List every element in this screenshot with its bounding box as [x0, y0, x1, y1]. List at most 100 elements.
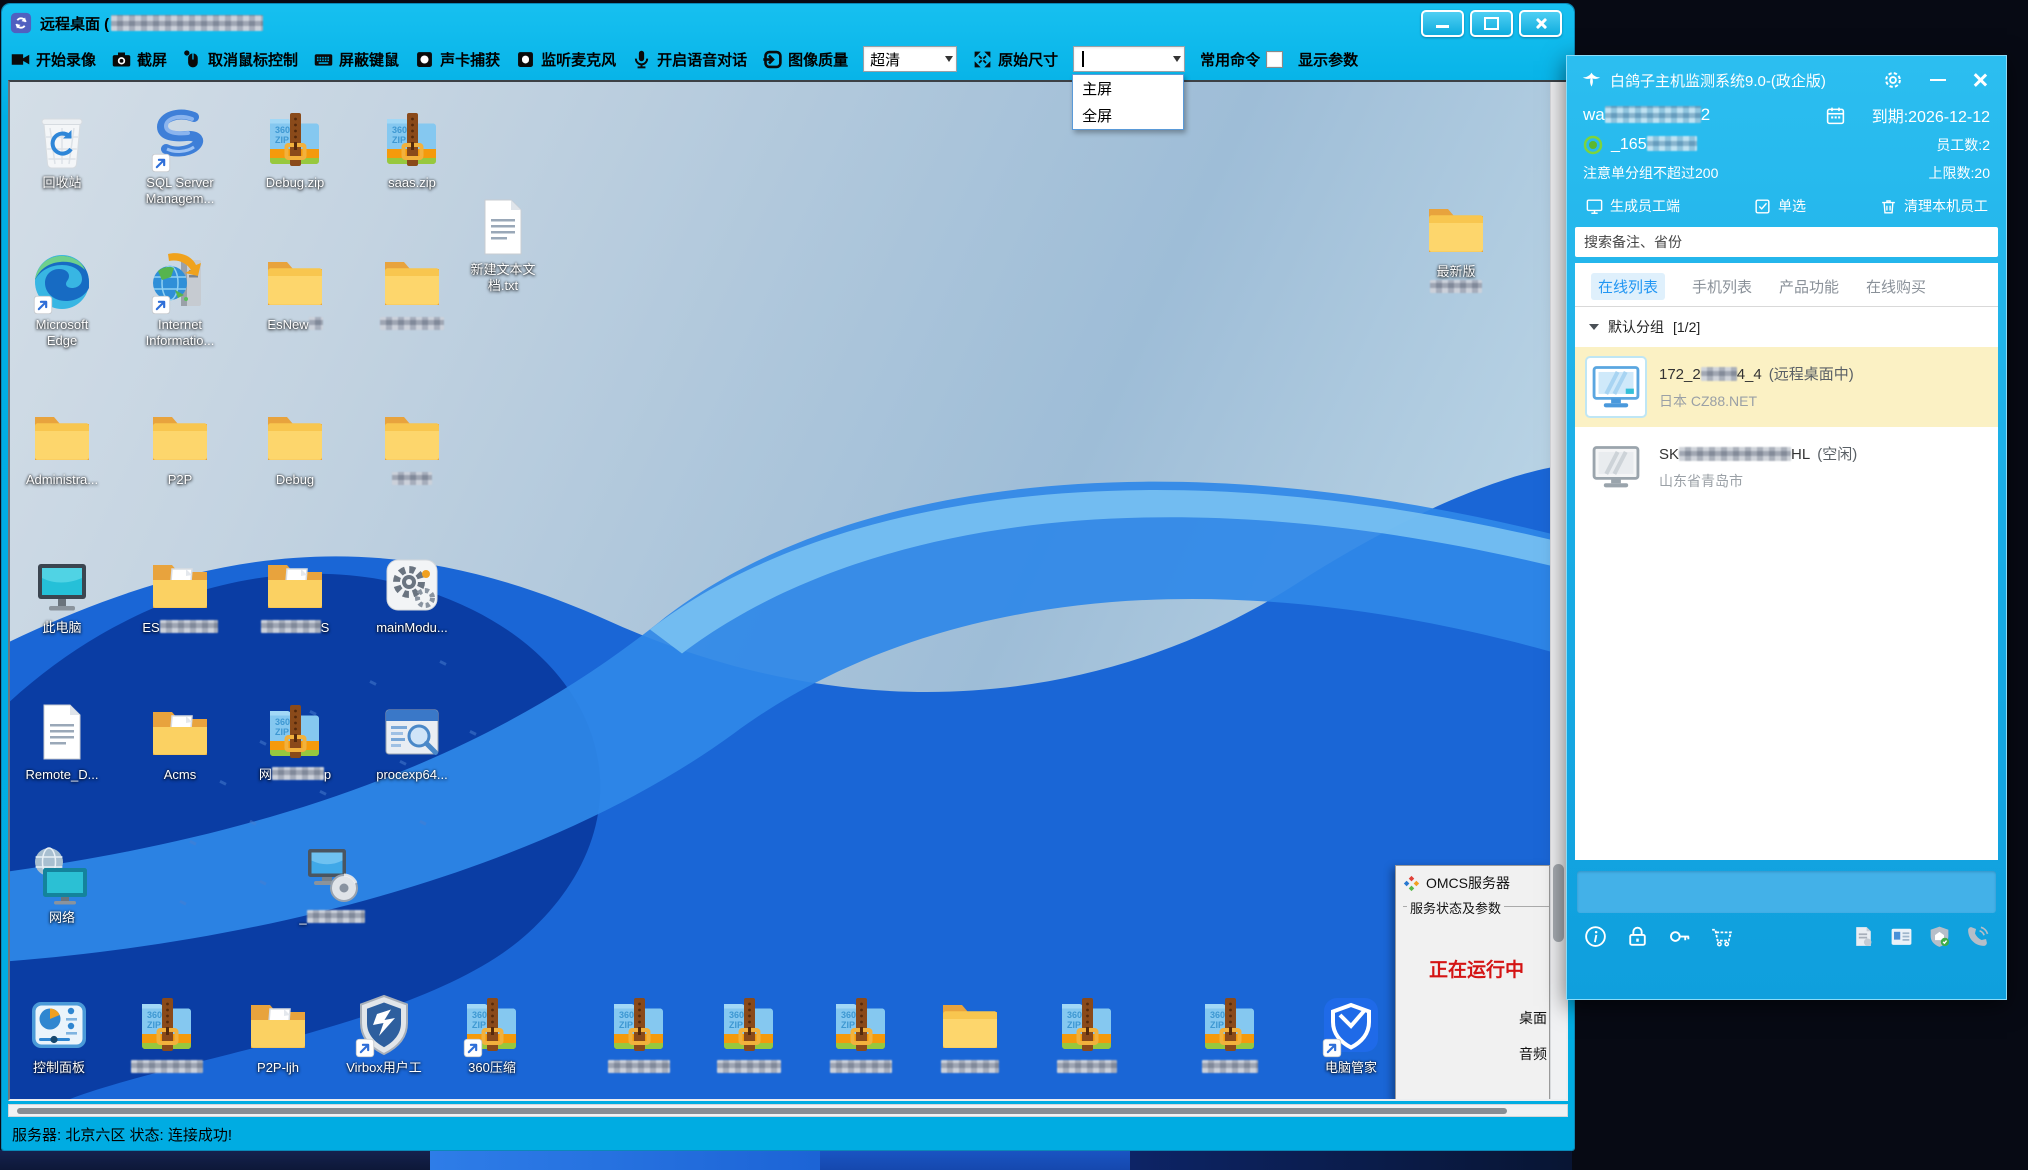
desktop-icon[interactable] — [1039, 993, 1135, 1076]
generate-client-button[interactable]: 生成员工端 — [1585, 196, 1680, 216]
quality-select[interactable]: 超清 — [863, 46, 957, 72]
icon-label: Acms — [132, 767, 228, 783]
vertical-scrollbar[interactable] — [1550, 82, 1566, 1099]
desktop-icon[interactable]: 此电脑 — [14, 553, 110, 636]
tab[interactable]: 在线购买 — [1866, 276, 1926, 297]
desktop-icon[interactable]: 网络 — [14, 843, 110, 926]
lock-icon[interactable] — [1625, 924, 1650, 949]
desktop-icon[interactable] — [119, 993, 215, 1076]
original-size-group[interactable]: 原始尺寸 — [972, 49, 1058, 70]
desktop-icon[interactable] — [1182, 993, 1278, 1076]
desktop-icon[interactable]: saas.zip — [364, 108, 460, 191]
screenshot-button[interactable]: 截屏 — [111, 49, 167, 70]
desktop-icon[interactable]: Debug.zip — [247, 108, 343, 191]
desktop-icon[interactable]: SQL ServerManagem... — [132, 108, 228, 206]
desktop-icon[interactable] — [922, 993, 1018, 1076]
single-select-button[interactable]: 单选 — [1753, 196, 1806, 216]
group-row[interactable]: 默认分组 [1/2] — [1575, 307, 1998, 347]
desktop-icon[interactable]: Virbox用户工 — [336, 993, 432, 1076]
desktop-icon[interactable]: Debug — [247, 405, 343, 488]
desktop-icon[interactable]: 网p — [247, 700, 343, 783]
omcs-title-bar[interactable]: OMCS服务器 — [1396, 866, 1549, 898]
desktop-icon[interactable]: procexp64... — [364, 700, 460, 783]
panel-minimize-button[interactable] — [1930, 79, 1946, 82]
horizontal-scrollbar[interactable] — [8, 1104, 1568, 1117]
icon-art — [471, 195, 535, 259]
shield-home-icon[interactable] — [1927, 924, 1952, 949]
host-list: 172_24_4(远程桌面中) 日本 CZ88.NET SKHL(空闲) 山东省… — [1575, 347, 1998, 507]
shortcut-arrow-icon — [151, 295, 171, 315]
scrollbar-thumb[interactable] — [17, 1108, 1507, 1114]
panel-header[interactable]: 白鸽子主机监测系统9.0-(政企版) — [1567, 56, 2006, 95]
host-item[interactable]: SKHL(空闲) 山东省青岛市 — [1575, 427, 1998, 507]
minimize-button[interactable] — [1421, 10, 1464, 37]
report-document-icon[interactable] — [1851, 924, 1876, 949]
label-text: 回收站 — [42, 175, 81, 190]
host-item[interactable]: 172_24_4(远程桌面中) 日本 CZ88.NET — [1575, 347, 1998, 427]
desktop-icon[interactable]: Acms — [132, 700, 228, 783]
icon-art — [380, 405, 444, 469]
wallpaper-segment — [0, 1150, 430, 1170]
listen-mic-button[interactable]: 监听麦克风 — [515, 49, 616, 70]
info-icon[interactable] — [1583, 924, 1608, 949]
desktop-icon[interactable]: 新建文本文档.txt — [455, 195, 551, 293]
tab[interactable]: 手机列表 — [1692, 276, 1752, 297]
tab[interactable]: 产品功能 — [1779, 276, 1839, 297]
button-label: 声卡捕获 — [440, 49, 500, 70]
desktop-icon[interactable] — [364, 405, 460, 488]
button-label: 单选 — [1778, 196, 1806, 216]
desktop-icon[interactable]: 回收站 — [14, 108, 110, 191]
id-card-icon[interactable] — [1889, 924, 1914, 949]
desktop-icon[interactable] — [591, 993, 687, 1076]
desktop-icon[interactable] — [364, 250, 460, 333]
desktop-icon[interactable]: 最新版 — [1408, 197, 1504, 295]
desktop-icon[interactable]: Remote_D... — [14, 700, 110, 783]
remote-desktop[interactable]: 回收站 SQL ServerManagem... Debug.zip saas.… — [10, 82, 1550, 1099]
desktop-icon[interactable]: InternetInformatio... — [132, 250, 228, 348]
soundcard-capture-button[interactable]: 声卡捕获 — [414, 49, 500, 70]
title-bar[interactable]: 远程桌面 ( — [2, 4, 1574, 38]
voice-chat-button[interactable]: 开启语音对话 — [631, 49, 747, 70]
key-icon[interactable] — [1667, 924, 1692, 949]
selected-value: 超清 — [870, 49, 900, 70]
desktop-icon[interactable]: 电脑管家 — [1303, 993, 1399, 1076]
redacted-text — [1202, 1060, 1258, 1073]
size-option[interactable]: 全屏 — [1073, 102, 1183, 129]
settings-gear-icon[interactable] — [1882, 69, 1904, 91]
desktop-icon[interactable]: ES — [132, 553, 228, 636]
desktop-icon[interactable]: S — [247, 553, 343, 636]
calendar-icon[interactable] — [1825, 105, 1846, 126]
desktop-icon[interactable]: 控制面板 — [11, 993, 107, 1076]
scrollbar-thumb[interactable] — [1553, 864, 1564, 942]
desktop-icon[interactable]: 360压缩 — [444, 993, 540, 1076]
command-input[interactable] — [1577, 871, 1996, 913]
redacted-text — [309, 317, 323, 330]
size-select[interactable]: 主屏全屏 — [1073, 46, 1185, 72]
cart-icon[interactable] — [1709, 924, 1734, 949]
desktop-icon[interactable]: P2P — [132, 405, 228, 488]
cancel-mouse-button[interactable]: 取消鼠标控制 — [182, 49, 298, 70]
panel-close-button[interactable] — [1972, 72, 1988, 88]
clean-local-button[interactable]: 清理本机员工 — [1879, 196, 1988, 216]
desktop-icon[interactable]: EsNew — [247, 250, 343, 333]
host-location: 日本 CZ88.NET — [1659, 391, 1854, 411]
desktop-icon[interactable] — [701, 993, 797, 1076]
start-record-button[interactable]: 开始录像 — [10, 49, 96, 70]
redacted-text — [307, 910, 365, 923]
common-commands-checkbox[interactable] — [1266, 51, 1283, 68]
desktop-icon[interactable]: _ — [284, 843, 380, 926]
icon-label — [591, 1060, 687, 1076]
block-keyboard-button[interactable]: 屏蔽键鼠 — [313, 49, 399, 70]
desktop-icon[interactable]: P2P-ljh — [230, 993, 326, 1076]
redacted-text — [1057, 1060, 1117, 1073]
size-option[interactable]: 主屏 — [1073, 75, 1183, 102]
close-button[interactable] — [1519, 10, 1562, 37]
phone-icon[interactable] — [1965, 924, 1990, 949]
desktop-icon[interactable] — [813, 993, 909, 1076]
desktop-icon[interactable]: MicrosoftEdge — [14, 250, 110, 348]
search-input[interactable]: 搜索备注、省份 — [1575, 227, 1998, 257]
maximize-button[interactable] — [1470, 10, 1513, 37]
tab[interactable]: 在线列表 — [1591, 273, 1665, 300]
desktop-icon[interactable]: mainModu... — [364, 553, 460, 636]
desktop-icon[interactable]: Administra... — [14, 405, 110, 488]
